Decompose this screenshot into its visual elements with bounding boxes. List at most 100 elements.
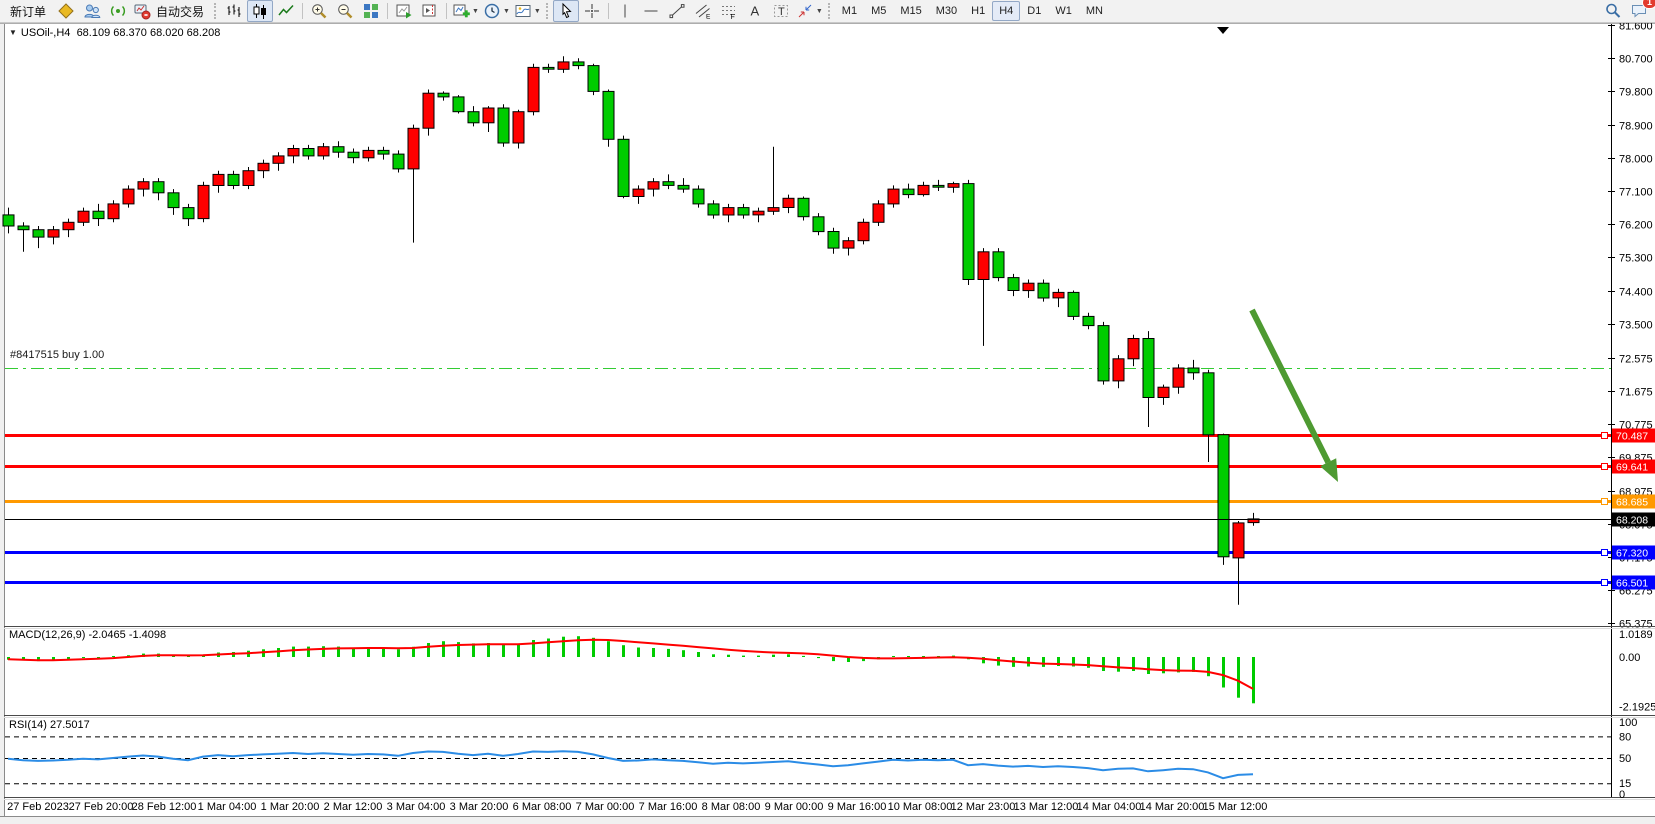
line-chart-button[interactable]	[273, 0, 299, 22]
bar-chart-icon	[225, 2, 243, 20]
timeframe-m5-button[interactable]: M5	[864, 1, 893, 21]
candle-body	[1128, 339, 1139, 359]
fibonacci-tool-button[interactable]: F	[716, 0, 742, 22]
crosshair-button[interactable]	[579, 0, 605, 22]
toolbar-right-group: 1	[1600, 0, 1652, 22]
accounts-button[interactable]	[79, 0, 105, 22]
templates-button[interactable]: ▼	[512, 0, 543, 22]
candle-body	[633, 189, 644, 196]
chart-title: ▼USOil-,H4 68.109 68.370 68.020 68.208	[9, 27, 220, 39]
candle-body	[3, 215, 14, 226]
line-drag-handle[interactable]	[1602, 433, 1608, 439]
price-tick-label: 72.575	[1619, 354, 1653, 366]
candlestick-chart-button[interactable]	[247, 0, 273, 22]
candle-body	[303, 149, 314, 156]
main-toolbar: 新订单 自动交易	[0, 0, 1655, 23]
time-axis-label: 14 Mar 20:00	[1140, 801, 1205, 813]
candle-body	[33, 230, 44, 237]
line-drag-handle[interactable]	[1602, 499, 1608, 505]
periods-button[interactable]: ▼	[481, 0, 512, 22]
text-label-tool-button[interactable]: T	[768, 0, 794, 22]
candle-body	[528, 67, 539, 111]
candle-body	[363, 150, 374, 157]
candle-body	[873, 204, 884, 222]
candle-body	[1143, 339, 1154, 398]
timeframe-mn-button[interactable]: MN	[1079, 1, 1110, 21]
candle-body	[1233, 523, 1244, 558]
time-axis-label: 9 Mar 16:00	[828, 801, 887, 813]
candle-body	[723, 208, 734, 215]
chart-canvas[interactable]: 81.60080.70079.80078.90078.00077.10076.2…	[0, 0, 1655, 824]
candle-body	[768, 208, 779, 212]
price-tick-label: 75.300	[1619, 253, 1653, 265]
new-order-button[interactable]: 新订单	[3, 0, 53, 22]
trendline-tool-button[interactable]	[664, 0, 690, 22]
timeframe-m1-button[interactable]: M1	[835, 1, 864, 21]
chevron-down-icon: ▼	[534, 8, 541, 15]
diamond-button[interactable]	[53, 0, 79, 22]
time-axis-label: 2 Mar 12:00	[324, 801, 383, 813]
timeframe-m30-button[interactable]: M30	[929, 1, 964, 21]
candle-body	[948, 184, 959, 188]
price-tag-label: 69.641	[1616, 462, 1648, 474]
candle-body	[258, 163, 269, 170]
candle-body	[483, 108, 494, 123]
collapse-icon[interactable]: ▼	[9, 28, 17, 37]
chart-background[interactable]	[4, 24, 1655, 817]
buy-position-label: #8417515 buy 1.00	[10, 349, 104, 361]
auto-scroll-button[interactable]	[391, 0, 417, 22]
candle-body	[663, 182, 674, 186]
candle-body	[708, 204, 719, 215]
candle-body	[1203, 373, 1214, 435]
timeframe-h4-button[interactable]: H4	[992, 1, 1020, 21]
candle-body	[1188, 368, 1199, 373]
line-chart-icon	[277, 2, 295, 20]
chart-symbol-period: USOil-,H4	[21, 27, 71, 39]
text-tool-button[interactable]: A	[742, 0, 768, 22]
rsi-axis-label: 50	[1619, 753, 1631, 765]
line-drag-handle[interactable]	[1602, 550, 1608, 556]
zoom-out-button[interactable]	[332, 0, 358, 22]
candle-body	[63, 222, 74, 229]
candle-body	[648, 182, 659, 189]
candle-body	[393, 154, 404, 169]
tile-windows-button[interactable]	[358, 0, 384, 22]
timeframe-w1-button[interactable]: W1	[1048, 1, 1079, 21]
search-button[interactable]	[1600, 0, 1626, 22]
notifications-button[interactable]: 1	[1626, 0, 1652, 22]
candle-body	[243, 171, 254, 186]
line-drag-handle[interactable]	[1602, 580, 1608, 586]
timeframe-d1-button[interactable]: D1	[1020, 1, 1048, 21]
signal-icon	[109, 2, 127, 20]
auto-trading-button[interactable]: 自动交易	[131, 0, 211, 22]
candle-body	[1008, 278, 1019, 291]
price-tick-label: 76.200	[1619, 220, 1653, 232]
vertical-line-tool-button[interactable]	[612, 0, 638, 22]
rsi-axis-label: 80	[1619, 731, 1631, 743]
chart-shift-button[interactable]	[417, 0, 443, 22]
candlestick-icon	[251, 2, 269, 20]
arrows-tool-button[interactable]: ▼	[794, 0, 825, 22]
candle-body	[138, 182, 149, 189]
candle-body	[318, 147, 329, 156]
chevron-down-icon: ▼	[503, 8, 510, 15]
price-tick-label: 80.700	[1619, 54, 1653, 66]
signal-button[interactable]	[105, 0, 131, 22]
diamond-icon	[57, 2, 75, 20]
candle-body	[978, 252, 989, 280]
timeframe-m15-button[interactable]: M15	[893, 1, 928, 21]
timeframe-h1-button[interactable]: H1	[964, 1, 992, 21]
line-drag-handle[interactable]	[1602, 464, 1608, 470]
time-axis-label: 28 Feb 12:00	[132, 801, 197, 813]
cursor-button[interactable]	[553, 0, 579, 22]
price-tag-label: 68.208	[1616, 515, 1648, 527]
bar-chart-button[interactable]	[221, 0, 247, 22]
horizontal-line-tool-button[interactable]	[638, 0, 664, 22]
zoom-in-button[interactable]	[306, 0, 332, 22]
candle-body	[273, 156, 284, 163]
indicators-button[interactable]: ▼	[450, 0, 481, 22]
candle-body	[888, 189, 899, 204]
equidistant-channel-tool-button[interactable]: E	[690, 0, 716, 22]
candle-body	[618, 139, 629, 196]
candle-body	[738, 208, 749, 215]
